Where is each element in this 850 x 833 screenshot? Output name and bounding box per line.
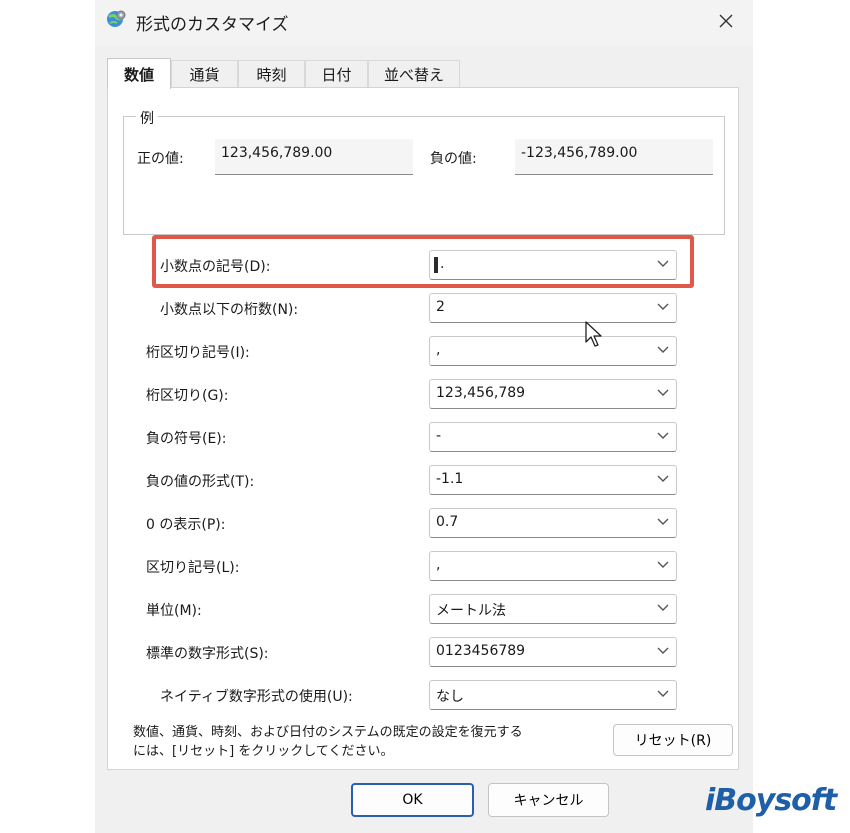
close-icon xyxy=(719,14,733,28)
chevron-down-icon xyxy=(657,604,669,611)
negative-sign-select[interactable]: - xyxy=(429,422,677,452)
native-digits-label: ネイティブ数字形式の使用(U): xyxy=(160,689,353,705)
chevron-down-icon xyxy=(657,260,669,267)
grouping-symbol-select[interactable]: , xyxy=(429,336,677,366)
number-tab-panel: 例 正の値: 123,456,789.00 負の値: -123,456,789.… xyxy=(107,87,739,770)
negative-sign-value: - xyxy=(436,428,442,444)
grouping-symbol-label: 桁区切り記号(I): xyxy=(146,345,250,361)
measurement-system-select[interactable]: メートル法 xyxy=(429,594,677,624)
title-bar: 形式のカスタマイズ xyxy=(95,0,753,46)
negative-sign-label: 負の符号(E): xyxy=(146,431,227,447)
digit-grouping-select[interactable]: 123,456,789 xyxy=(429,379,677,409)
ok-button[interactable]: OK xyxy=(351,783,474,817)
native-digits-select[interactable]: なし xyxy=(429,680,677,710)
standard-digits-label: 標準の数字形式(S): xyxy=(146,646,269,662)
list-separator-select[interactable]: , xyxy=(429,551,677,581)
chevron-down-icon xyxy=(657,518,669,525)
decimal-digits-select[interactable]: 2 xyxy=(429,293,677,323)
decimal-symbol-label: 小数点の記号(D): xyxy=(160,259,271,275)
leading-zero-value: 0.7 xyxy=(436,514,459,530)
negative-label: 負の値: xyxy=(430,151,477,167)
tab-bar: 数値 通貨 時刻 日付 並べ替え xyxy=(107,58,747,89)
negative-format-label: 負の値の形式(T): xyxy=(146,474,255,490)
list-separator-value: , xyxy=(436,557,441,573)
chevron-down-icon xyxy=(657,303,669,310)
chevron-down-icon xyxy=(657,389,669,396)
chevron-down-icon xyxy=(657,561,669,568)
chevron-down-icon xyxy=(657,647,669,654)
globe-gear-icon xyxy=(107,10,126,27)
customize-format-dialog: 形式のカスタマイズ 数値 通貨 時刻 日付 並べ替え 例 正の値: 123,45… xyxy=(95,0,837,833)
standard-digits-select[interactable]: 0123456789 xyxy=(429,637,677,667)
negative-format-select[interactable]: -1.1 xyxy=(429,465,677,495)
list-separator-label: 区切り記号(L): xyxy=(146,560,240,576)
example-legend: 例 xyxy=(136,108,158,128)
grouping-symbol-value: , xyxy=(436,342,441,358)
chevron-down-icon xyxy=(657,346,669,353)
mouse-pointer-icon xyxy=(585,321,602,347)
digit-grouping-value: 123,456,789 xyxy=(436,385,526,401)
decimal-symbol-value: . xyxy=(440,256,445,272)
tab-time[interactable]: 時刻 xyxy=(238,60,305,88)
text-caret xyxy=(434,257,438,273)
chevron-down-icon xyxy=(657,690,669,697)
decimal-symbol-select[interactable]: . xyxy=(429,250,677,280)
measurement-system-label: 単位(M): xyxy=(146,603,202,619)
reset-description: 数値、通貨、時刻、および日付のシステムの既定の設定を復元する には、[リセット]… xyxy=(133,723,593,761)
reset-description-line-1: 数値、通貨、時刻、および日付のシステムの既定の設定を復元する xyxy=(133,725,523,740)
iboysoft-watermark: iBoysoft xyxy=(705,783,837,818)
decimal-digits-label: 小数点以下の桁数(N): xyxy=(160,302,299,318)
tab-number[interactable]: 数値 xyxy=(107,58,171,89)
negative-sample: -123,456,789.00 xyxy=(515,139,713,175)
tab-date[interactable]: 日付 xyxy=(305,60,368,88)
native-digits-value: なし xyxy=(436,689,464,705)
decimal-digits-value: 2 xyxy=(436,299,445,315)
chevron-down-icon xyxy=(657,475,669,482)
chevron-down-icon xyxy=(657,432,669,439)
reset-description-line-2: には、[リセット] をクリックしてください。 xyxy=(133,744,394,759)
example-group xyxy=(123,116,725,235)
leading-zero-select[interactable]: 0.7 xyxy=(429,508,677,538)
positive-sample: 123,456,789.00 xyxy=(215,139,413,175)
positive-label: 正の値: xyxy=(137,151,184,167)
measurement-system-value: メートル法 xyxy=(436,603,506,619)
reset-button[interactable]: リセット(R) xyxy=(613,724,733,756)
cancel-button[interactable]: キャンセル xyxy=(488,783,609,817)
window-title: 形式のカスタマイズ xyxy=(136,15,289,35)
negative-format-value: -1.1 xyxy=(436,471,464,487)
tab-currency[interactable]: 通貨 xyxy=(171,60,238,88)
digit-grouping-label: 桁区切り(G): xyxy=(146,388,229,404)
standard-digits-value: 0123456789 xyxy=(436,643,526,659)
tab-sort[interactable]: 並べ替え xyxy=(368,60,460,88)
close-button[interactable] xyxy=(711,6,741,36)
leading-zero-label: 0 の表示(P): xyxy=(146,517,226,533)
